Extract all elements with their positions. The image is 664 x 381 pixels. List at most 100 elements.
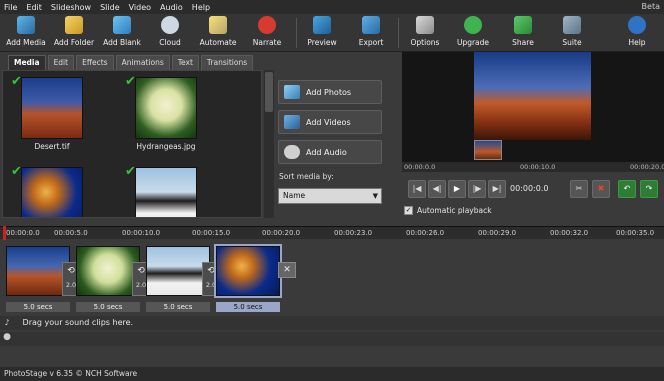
add-blank-label: Add Blank — [103, 38, 141, 47]
clip-duration[interactable]: 5.0 secs — [76, 302, 140, 312]
narrate-button[interactable]: Narrate — [243, 16, 291, 50]
timeline-clip-hydrangeas[interactable] — [76, 246, 140, 296]
export-label: Export — [358, 38, 384, 47]
checkbox-icon: ✓ — [404, 206, 413, 215]
skip-end-button[interactable]: ▶| — [488, 180, 506, 198]
playhead[interactable] — [3, 226, 6, 240]
tab-text[interactable]: Text — [171, 55, 199, 70]
cloud-label: Cloud — [159, 38, 181, 47]
help-icon — [628, 16, 646, 34]
step-forward-button[interactable]: |▶ — [468, 180, 486, 198]
menu-video[interactable]: Video — [129, 3, 151, 12]
export-icon — [362, 16, 380, 34]
toolbar-divider — [296, 18, 297, 48]
ruler-tick-label: 00:00:35.0 — [616, 229, 655, 237]
add-media-icon — [17, 16, 35, 34]
export-button[interactable]: Export — [347, 16, 395, 50]
rotate-right-button[interactable]: ↷ — [640, 180, 658, 198]
automatic-playback-checkbox[interactable]: ✓ Automatic playback — [404, 206, 492, 215]
clip-duration[interactable]: 5.0 secs — [216, 302, 280, 312]
media-item-desert[interactable]: ✔ Desert.tif — [9, 74, 95, 151]
preview-thumbnail[interactable] — [474, 140, 502, 160]
clip-duration[interactable]: 5.0 secs — [146, 302, 210, 312]
rotate-left-button[interactable]: ↶ — [618, 180, 636, 198]
add-audio-button[interactable]: Add Audio — [278, 140, 382, 164]
tab-transitions[interactable]: Transitions — [200, 55, 254, 70]
transport-controls: |◀ ◀| ▶ |▶ ▶| 00:00:0.0 ✂ ✖ ↶ ↷ — [402, 178, 664, 204]
options-label: Options — [410, 38, 440, 47]
add-folder-icon — [65, 16, 83, 34]
status-bar: PhotoStage v 6.35 © NCH Software — [0, 367, 664, 381]
media-grid: ✔ Desert.tif ✔ Hydrangeas.jpg ✔ ✔ — [2, 70, 262, 218]
menu-slide[interactable]: Slide — [100, 3, 120, 12]
split-button[interactable]: ✂ — [570, 180, 588, 198]
timeline-clip-jellyfish[interactable] — [214, 244, 282, 298]
add-blank-icon — [113, 16, 131, 34]
sort-label: Sort media by: — [279, 172, 334, 181]
ruler-tick-label: 00:00:20.0 — [262, 229, 301, 237]
penguins-thumbnail — [135, 167, 197, 217]
skip-start-button[interactable]: |◀ — [408, 180, 426, 198]
media-scrollbar[interactable] — [264, 70, 274, 218]
media-item-penguins[interactable]: ✔ — [123, 164, 209, 217]
close-icon[interactable]: ✕ — [278, 262, 296, 278]
help-button[interactable]: Help — [613, 16, 661, 50]
narration-track[interactable]: ● — [0, 332, 664, 346]
media-item-label: Desert.tif — [34, 142, 70, 151]
jellyfish-thumbnail — [21, 167, 83, 217]
timeline-clip-desert[interactable] — [6, 246, 70, 296]
preview-ruler[interactable]: 00:00:0.0 00:00:10.0 00:00:20.0 — [402, 162, 664, 172]
ruler-tick-label: 00:00:10.0 — [122, 229, 161, 237]
sound-track[interactable]: ♪ Drag your sound clips here. — [0, 316, 664, 330]
media-item-hydrangeas[interactable]: ✔ Hydrangeas.jpg — [123, 74, 209, 151]
add-media-button[interactable]: Add Media — [2, 16, 50, 50]
add-photos-label: Add Photos — [306, 87, 352, 97]
play-button[interactable]: ▶ — [448, 180, 466, 198]
step-back-button[interactable]: ◀| — [428, 180, 446, 198]
cloud-button[interactable]: Cloud — [146, 16, 194, 50]
automatic-playback-label: Automatic playback — [417, 206, 492, 215]
timeline-clip-penguins[interactable] — [146, 246, 210, 296]
add-photos-button[interactable]: Add Photos — [278, 80, 382, 104]
ruler-tick-label: 00:00:15.0 — [192, 229, 231, 237]
preview-image — [474, 52, 591, 140]
menu-slideshow[interactable]: Slideshow — [51, 3, 91, 12]
sort-select[interactable]: Name ▼ — [278, 188, 382, 204]
menu-file[interactable]: File — [4, 3, 17, 12]
add-media-label: Add Media — [6, 38, 46, 47]
tab-media[interactable]: Media — [8, 55, 46, 70]
scrollbar-handle[interactable] — [265, 72, 273, 112]
tab-animations[interactable]: Animations — [115, 55, 170, 70]
toolbar: Add Media Add Folder Add Blank Cloud Aut… — [0, 14, 664, 52]
add-folder-button[interactable]: Add Folder — [50, 16, 98, 50]
ruler-tick-label: 00:00:0.0 — [6, 229, 40, 237]
media-item-jellyfish[interactable]: ✔ — [9, 164, 95, 217]
options-button[interactable]: Options — [401, 16, 449, 50]
cloud-icon — [161, 16, 179, 34]
upgrade-label: Upgrade — [456, 38, 490, 47]
beta-label: Beta — [641, 2, 660, 11]
tab-effects[interactable]: Effects — [76, 55, 114, 70]
add-blank-button[interactable]: Add Blank — [98, 16, 146, 50]
share-button[interactable]: Share — [499, 16, 547, 50]
suite-button[interactable]: Suite — [548, 16, 596, 50]
preview-button[interactable]: Preview — [298, 16, 346, 50]
upgrade-button[interactable]: Upgrade — [449, 16, 497, 50]
menu-help[interactable]: Help — [192, 3, 210, 12]
add-videos-button[interactable]: Add Videos — [278, 110, 382, 134]
add-audio-label: Add Audio — [306, 147, 347, 157]
ruler-tick-label: 00:00:26.0 — [406, 229, 445, 237]
suite-icon — [563, 16, 581, 34]
check-icon: ✔ — [11, 164, 22, 179]
automate-button[interactable]: Automate — [194, 16, 242, 50]
clip-duration[interactable]: 5.0 secs — [6, 302, 70, 312]
desert-thumbnail — [21, 77, 83, 139]
delete-button[interactable]: ✖ — [592, 180, 610, 198]
menu-edit[interactable]: Edit — [26, 3, 42, 12]
music-note-icon: ♪ — [4, 318, 10, 327]
ruler-tick-label: 00:00:5.0 — [54, 229, 88, 237]
menu-audio[interactable]: Audio — [160, 3, 183, 12]
timeline-ruler[interactable]: 00:00:0.0 00:00:5.0 00:00:10.0 00:00:15.… — [0, 226, 664, 239]
tab-edit[interactable]: Edit — [47, 55, 75, 70]
magic-wand-icon — [209, 16, 227, 34]
